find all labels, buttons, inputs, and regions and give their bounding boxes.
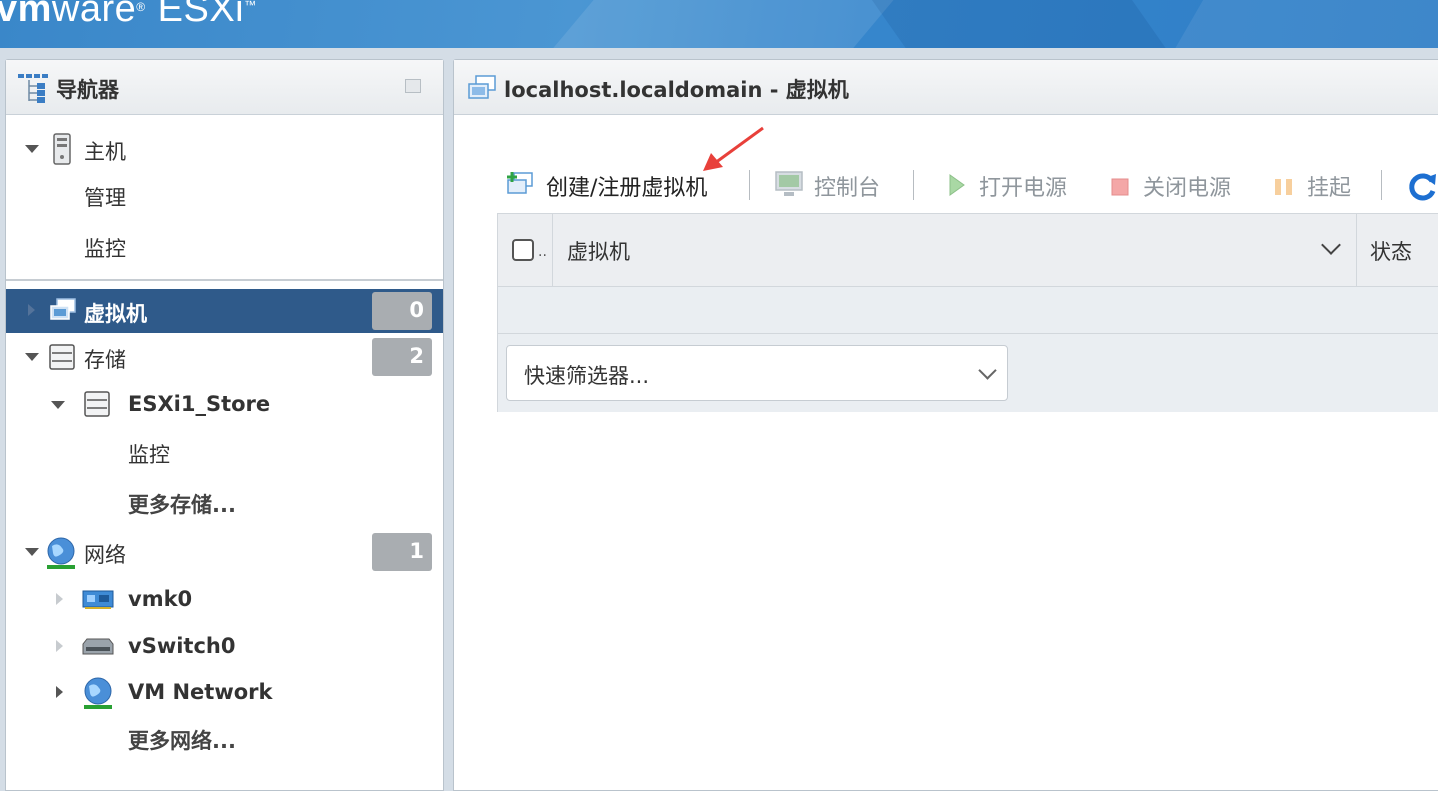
pause-icon xyxy=(1275,179,1292,195)
nav-label: 更多存储... xyxy=(128,493,236,517)
virtual-machine-icon xyxy=(468,75,496,99)
vmware-esxi-logo: vmware® ESXi™ xyxy=(0,0,257,30)
banner-decoration xyxy=(1145,0,1438,48)
column-header-vm[interactable]: 虚拟机 xyxy=(567,236,630,266)
column-separator[interactable] xyxy=(1356,214,1357,286)
suspend-button[interactable]: 挂起 xyxy=(1272,166,1372,202)
banner-decoration xyxy=(509,0,911,48)
datastore-icon xyxy=(84,391,110,417)
switch-icon xyxy=(82,638,114,655)
nav-item-datastore[interactable]: ESXi1_Store xyxy=(6,383,443,427)
expand-caret-icon[interactable] xyxy=(25,548,39,556)
host-server-icon xyxy=(53,133,71,165)
power-off-button[interactable]: 关闭电源 xyxy=(1109,166,1249,202)
nav-item-host[interactable]: 主机 xyxy=(6,127,443,171)
nav-label: 管理 xyxy=(84,186,126,210)
toolbar-label: 控制台 xyxy=(814,176,881,201)
expand-caret-icon[interactable] xyxy=(25,353,39,361)
toolbar-label: 创建/注册虚拟机 xyxy=(546,176,708,201)
nav-item-virtual-machines[interactable]: 虚拟机 0 xyxy=(6,289,443,333)
grid-empty-body xyxy=(498,287,1438,334)
nav-label: 监控 xyxy=(84,237,126,261)
toolbar-label: 关闭电源 xyxy=(1143,176,1232,201)
top-banner: vmware® ESXi™ xyxy=(0,0,1438,48)
nav-item-network[interactable]: 网络 1 xyxy=(6,530,443,574)
storage-icon xyxy=(49,344,75,370)
count-badge: 2 xyxy=(372,338,432,376)
network-globe-icon xyxy=(47,537,75,569)
toolbar-separator xyxy=(913,170,914,200)
nav-label: VM Network xyxy=(128,680,273,704)
create-vm-icon xyxy=(507,172,533,194)
expand-caret-icon[interactable] xyxy=(28,304,35,316)
nav-label: vSwitch0 xyxy=(128,634,236,658)
collapse-panel-button[interactable] xyxy=(405,79,421,93)
nav-item-vm-network[interactable]: VM Network xyxy=(6,671,443,715)
nav-divider xyxy=(6,279,443,281)
stop-icon xyxy=(1111,178,1129,196)
chevron-down-icon xyxy=(978,361,997,380)
sort-chevron-down-icon[interactable] xyxy=(1321,235,1341,255)
refresh-button[interactable] xyxy=(1404,166,1438,202)
vm-toolbar: 创建/注册虚拟机 控制台 打开电源 关闭电源 挂起 xyxy=(504,166,1438,202)
expand-caret-icon[interactable] xyxy=(25,145,39,153)
nav-label: 虚拟机 xyxy=(84,302,147,326)
nav-label: vmk0 xyxy=(128,587,193,611)
annotation-arrow xyxy=(703,126,764,171)
navigator-panel: 导航器 主机 管理 监控 虚拟机 0 存储 2 ESXi1_Store 监控 更… xyxy=(5,59,444,791)
expand-caret-icon[interactable] xyxy=(56,686,63,698)
expand-caret-icon[interactable] xyxy=(51,401,65,409)
toolbar-separator xyxy=(1381,170,1382,200)
count-badge: 0 xyxy=(372,292,432,330)
navigator-title: 导航器 xyxy=(56,78,119,102)
navigator-tree-icon xyxy=(18,74,48,103)
nav-item-storage[interactable]: 存储 2 xyxy=(6,335,443,379)
nav-item-more-storage[interactable]: 更多存储... xyxy=(6,480,443,524)
grid-footer: 快速筛选器... xyxy=(498,334,1438,412)
console-button[interactable]: 控制台 xyxy=(772,166,892,202)
nic-icon xyxy=(82,590,114,609)
console-icon xyxy=(775,171,803,196)
quick-filter-select[interactable]: 快速筛选器... xyxy=(506,345,1008,401)
nav-item-vswitch0[interactable]: vSwitch0 xyxy=(6,625,443,669)
main-header: localhost.localdomain - 虚拟机 xyxy=(454,60,1438,115)
select-all-cell: .. xyxy=(498,214,553,286)
navigator-header: 导航器 xyxy=(6,60,443,115)
column-header-state[interactable]: 状态 xyxy=(1370,236,1412,266)
grid-header: .. 虚拟机 状态 xyxy=(498,214,1438,287)
expand-caret-icon[interactable] xyxy=(56,593,63,605)
count-badge: 1 xyxy=(372,533,432,571)
column-ellipsis: .. xyxy=(538,244,547,260)
expand-caret-icon[interactable] xyxy=(56,640,63,652)
nav-item-more-networks[interactable]: 更多网络... xyxy=(6,716,443,760)
virtual-machine-icon xyxy=(50,298,76,320)
select-all-checkbox[interactable] xyxy=(512,239,534,261)
nav-label: 存储 xyxy=(84,348,126,372)
play-icon xyxy=(949,174,965,196)
nav-item-datastore-monitor[interactable]: 监控 xyxy=(6,430,443,474)
page-title: localhost.localdomain - 虚拟机 xyxy=(504,78,849,102)
nav-label: 主机 xyxy=(84,140,126,164)
main-panel: localhost.localdomain - 虚拟机 创建/注册虚拟机 控制台 xyxy=(453,59,1438,791)
power-on-button[interactable]: 打开电源 xyxy=(944,166,1084,202)
create-register-vm-button[interactable]: 创建/注册虚拟机 xyxy=(504,166,729,202)
vm-grid: .. 虚拟机 状态 快速筛选器... xyxy=(497,213,1438,412)
toolbar-label: 挂起 xyxy=(1307,176,1352,201)
refresh-icon xyxy=(1409,173,1436,201)
nav-label: 更多网络... xyxy=(128,729,236,753)
nav-label: 监控 xyxy=(128,443,170,467)
toolbar-label: 打开电源 xyxy=(979,176,1068,201)
banner-decoration xyxy=(857,0,1203,48)
nav-item-vmk0[interactable]: vmk0 xyxy=(6,578,443,622)
nav-label: 网络 xyxy=(84,543,126,567)
port-group-globe-icon xyxy=(84,677,112,709)
filter-placeholder: 快速筛选器... xyxy=(524,364,650,388)
nav-item-host-manage[interactable]: 管理 xyxy=(6,173,443,217)
nav-label: ESXi1_Store xyxy=(128,392,271,416)
nav-item-host-monitor[interactable]: 监控 xyxy=(6,224,443,268)
